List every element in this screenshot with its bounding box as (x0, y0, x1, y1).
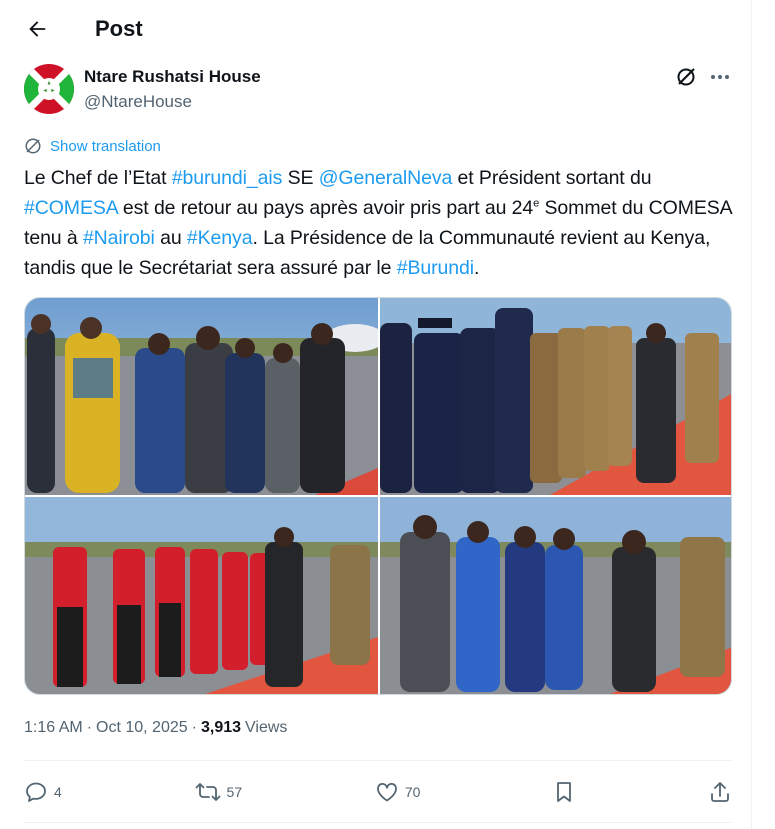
show-translation-label: Show translation (50, 137, 161, 155)
author-handle[interactable]: @NtareHouse (84, 92, 192, 112)
divider (24, 760, 732, 761)
timestamp-date[interactable]: Oct 10, 2025 (96, 719, 188, 737)
text-segment: et Président sortant du (452, 167, 652, 189)
photo-3[interactable] (25, 497, 378, 694)
views-count: 3,913 (200, 719, 242, 736)
divider (24, 822, 732, 823)
more-icon (711, 75, 715, 79)
burundi-flag-avatar (24, 64, 74, 114)
bookmark-button[interactable] (553, 780, 575, 804)
photo-2[interactable] (380, 298, 731, 495)
tweet-meta: 1:16 AM · Oct 10, 2025 · 3,913 Views (24, 719, 287, 737)
media-grid (24, 297, 732, 695)
like-button[interactable]: 70 (375, 780, 421, 804)
timestamp-time[interactable]: 1:16 AM (24, 719, 83, 737)
like-count: 70 (404, 784, 421, 800)
separator: · (86, 719, 93, 736)
avatar[interactable] (24, 64, 74, 114)
bookmark-icon (557, 782, 572, 802)
hashtag-burundi-ais[interactable]: #burundi_ais (172, 167, 283, 189)
hashtag-kenya[interactable]: #Kenya (187, 227, 253, 249)
heart-icon (376, 782, 397, 802)
grok-icon (677, 68, 695, 86)
page-title: Post (95, 16, 143, 41)
views-label: Views (245, 719, 288, 736)
text-segment: . (473, 257, 480, 279)
reply-button[interactable]: 4 (24, 780, 62, 804)
hashtag-burundi[interactable]: #Burundi (397, 257, 474, 279)
arrow-left-icon (29, 21, 46, 37)
photo-1[interactable] (25, 298, 378, 495)
grok-button[interactable] (674, 65, 698, 89)
text-segment: est de retour au pays après avoir pris p… (117, 197, 534, 219)
share-icon (711, 782, 729, 802)
text-segment: Le Chef de l’Etat (24, 167, 172, 189)
mention-generalneva[interactable]: @GeneralNeva (319, 167, 453, 189)
post-detail-column: Post Ntare Rushatsi House @NtareHouse Sh… (0, 0, 752, 829)
text-segment: au (154, 227, 187, 249)
reply-icon (26, 782, 46, 802)
back-button[interactable] (22, 14, 52, 44)
repost-count: 57 (226, 784, 243, 800)
share-button[interactable] (708, 780, 732, 804)
action-bar: 4 57 70 (24, 776, 732, 808)
repost-button[interactable]: 57 (195, 780, 243, 804)
hashtag-comesa[interactable]: #COMESA (24, 197, 118, 219)
separator: · (191, 719, 197, 736)
reply-count: 4 (54, 784, 62, 800)
text-segment: SE (282, 167, 319, 189)
page-header: Post (0, 0, 752, 58)
author-name[interactable]: Ntare Rushatsi House (84, 67, 261, 87)
repost-icon (195, 783, 220, 801)
photo-4[interactable] (380, 497, 731, 694)
tweet-text: Le Chef de l’Etat #burundi_ais SE @Gener… (24, 163, 734, 283)
globe-icon (25, 138, 41, 154)
show-translation-link[interactable]: Show translation (24, 137, 161, 155)
more-options-button[interactable] (708, 65, 732, 89)
hashtag-nairobi[interactable]: #Nairobi (83, 227, 155, 249)
